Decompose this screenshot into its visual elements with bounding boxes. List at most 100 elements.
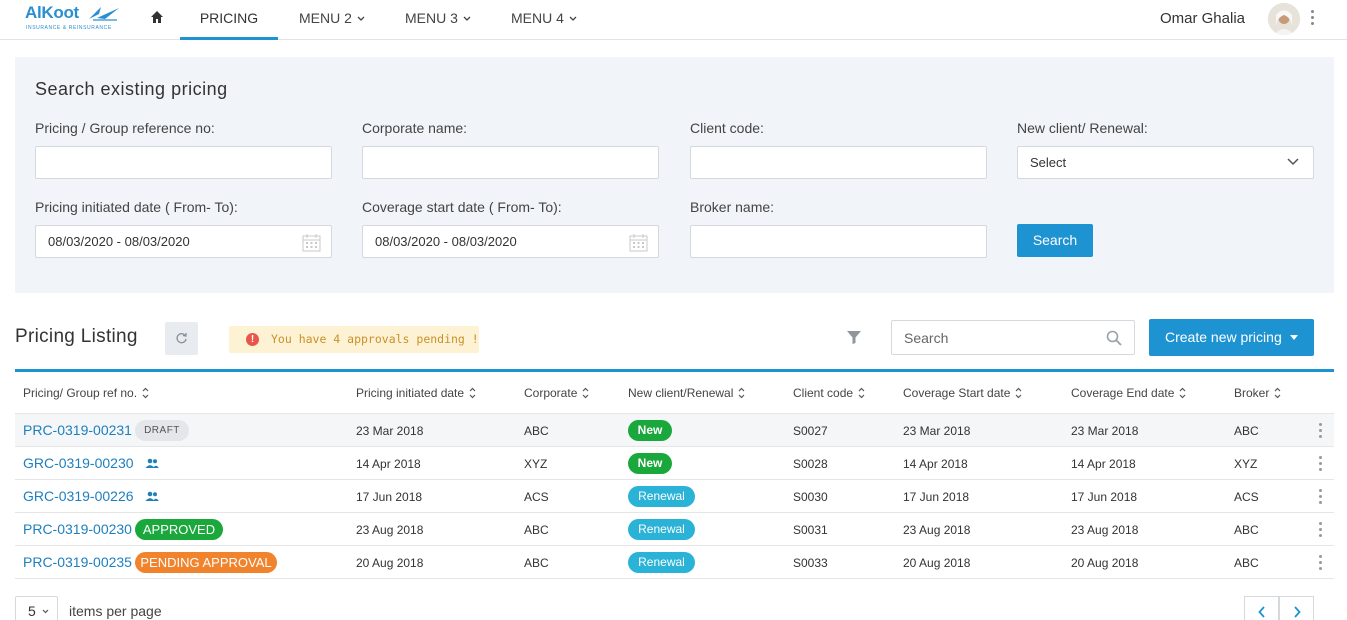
pricing-ref-link[interactable]: GRC-0319-00226: [23, 488, 134, 504]
col-header-label: Pricing initiated date: [356, 386, 465, 400]
col-header-broker[interactable]: Broker: [1234, 386, 1281, 400]
chevron-down-icon: [569, 16, 577, 22]
client-code-cell: S0028: [793, 457, 828, 471]
col-header-corporate[interactable]: Corporate: [524, 386, 589, 400]
search-icon[interactable]: [1106, 330, 1122, 346]
calendar-icon[interactable]: [629, 233, 648, 252]
row-actions-icon[interactable]: [1316, 456, 1324, 473]
broker-cell: ACS: [1234, 490, 1259, 504]
create-new-pricing-label: Create new pricing: [1165, 329, 1282, 345]
broker-cell: ABC: [1234, 424, 1259, 438]
sort-icon: [469, 387, 476, 399]
table-row[interactable]: GRC-0319-00230 14 Apr 2018 XYZ New S0028…: [15, 447, 1334, 480]
alkoot-logo[interactable]: AlKoot INSURANCE & REINSURANCE: [25, 3, 125, 35]
calendar-icon[interactable]: [302, 233, 321, 252]
client-type-badge: Renewal: [628, 486, 695, 507]
status-badge-approved: APPROVED: [135, 519, 223, 540]
pricing-ref-link[interactable]: PRC-0319-00231: [23, 422, 132, 438]
table-row[interactable]: PRC-0319-00231 DRAFT 23 Mar 2018 ABC New…: [15, 414, 1334, 447]
nav-item-pricing[interactable]: PRICING: [180, 0, 278, 40]
refresh-button[interactable]: [165, 322, 198, 355]
pricing-ref-input[interactable]: [35, 146, 332, 179]
corporate-cell: ABC: [524, 523, 549, 537]
pricing-ref-link[interactable]: PRC-0319-00235: [23, 554, 132, 570]
chevron-down-icon: [1287, 158, 1299, 166]
initiated-date-label: Pricing initiated date ( From- To):: [35, 199, 238, 215]
initiated-date-value: 08/03/2020 - 08/03/2020: [48, 234, 190, 249]
row-actions-icon[interactable]: [1316, 423, 1324, 440]
previous-page-button[interactable]: [1244, 596, 1279, 620]
corporate-cell: ABC: [524, 556, 549, 570]
search-panel-title: Search existing pricing: [35, 79, 228, 99]
col-header-client-code[interactable]: Client code: [793, 386, 865, 400]
logo-mark-icon: [89, 7, 119, 21]
nav-item-menu-3[interactable]: MENU 3: [405, 0, 471, 40]
avatar[interactable]: [1268, 3, 1300, 35]
coverage-date-value: 08/03/2020 - 08/03/2020: [375, 234, 517, 249]
broker-cell: XYZ: [1234, 457, 1258, 471]
group-icon: [145, 458, 159, 468]
nav-item-menu-2[interactable]: MENU 2: [299, 0, 365, 40]
initiated-date-input[interactable]: 08/03/2020 - 08/03/2020: [35, 225, 332, 258]
filter-icon[interactable]: [846, 330, 862, 345]
home-icon[interactable]: [149, 9, 167, 27]
table-row[interactable]: GRC-0319-00226 17 Jun 2018 ACS Renewal S…: [15, 480, 1334, 513]
corporate-cell: ACS: [524, 490, 549, 504]
coverage-date-input[interactable]: 08/03/2020 - 08/03/2020: [362, 225, 659, 258]
nav-item-label: MENU 2: [299, 10, 352, 26]
user-name[interactable]: Omar Ghalia: [1160, 10, 1245, 27]
table-row[interactable]: PRC-0319-00230 APPROVED 23 Aug 2018 ABC …: [15, 513, 1334, 546]
row-actions-icon[interactable]: [1316, 522, 1324, 539]
chevron-down-icon: [463, 16, 471, 22]
pricing-ref-link[interactable]: PRC-0319-00230: [23, 521, 132, 537]
listing-search: [891, 320, 1135, 355]
col-header-initiated[interactable]: Pricing initiated date: [356, 386, 476, 400]
pricing-ref-label: Pricing / Group reference no:: [35, 120, 215, 136]
corporate-name-input[interactable]: [362, 146, 659, 179]
coverage-end-cell: 23 Aug 2018: [1071, 523, 1139, 537]
col-header-coverage-start[interactable]: Coverage Start date: [903, 386, 1022, 400]
corporate-cell: ABC: [524, 424, 549, 438]
client-code-input[interactable]: [690, 146, 987, 179]
search-button[interactable]: Search: [1017, 224, 1093, 257]
table-row[interactable]: PRC-0319-00235 PENDING APPROVAL 20 Aug 2…: [15, 546, 1334, 579]
broker-name-label: Broker name:: [690, 199, 775, 215]
broker-name-input[interactable]: [690, 225, 987, 258]
nav-item-label: MENU 4: [511, 10, 564, 26]
corporate-cell: XYZ: [524, 457, 548, 471]
client-code-cell: S0030: [793, 490, 828, 504]
col-header-ref[interactable]: Pricing/ Group ref no.: [23, 386, 149, 400]
initiated-date-cell: 17 Jun 2018: [356, 490, 423, 504]
coverage-end-cell: 23 Mar 2018: [1071, 424, 1139, 438]
sort-icon: [858, 387, 865, 399]
chevron-right-icon: [1294, 606, 1301, 618]
col-header-label: Client code: [793, 386, 854, 400]
nav-item-label: PRICING: [199, 10, 259, 26]
more-options-icon[interactable]: [1307, 10, 1317, 28]
col-header-label: Pricing/ Group ref no.: [23, 386, 138, 400]
status-badge-draft: DRAFT: [135, 420, 189, 441]
row-actions-icon[interactable]: [1316, 489, 1324, 506]
next-page-button[interactable]: [1279, 596, 1314, 620]
items-per-page-select[interactable]: 5: [15, 596, 58, 620]
client-code-cell: S0027: [793, 424, 828, 438]
table-header: Pricing/ Group ref no. Pricing initiated…: [15, 372, 1334, 414]
chevron-down-icon: [357, 16, 365, 22]
pricing-ref-link[interactable]: GRC-0319-00230: [23, 455, 134, 471]
row-actions-icon[interactable]: [1316, 555, 1324, 572]
col-header-client-type[interactable]: New client/Renewal: [628, 386, 745, 400]
create-new-pricing-button[interactable]: Create new pricing: [1149, 319, 1314, 356]
client-type-select[interactable]: Select: [1017, 146, 1314, 179]
coverage-start-cell: 17 Jun 2018: [903, 490, 970, 504]
approvals-alert: ! You have 4 approvals pending !: [229, 326, 479, 353]
client-type-select-value: Select: [1030, 155, 1067, 170]
coverage-start-cell: 20 Aug 2018: [903, 556, 971, 570]
table-body: PRC-0319-00231 DRAFT 23 Mar 2018 ABC New…: [15, 414, 1334, 579]
nav-item-menu-4[interactable]: MENU 4: [511, 0, 577, 40]
client-type-badge: New: [628, 453, 672, 474]
items-per-page-value: 5: [28, 603, 36, 619]
col-header-label: Coverage Start date: [903, 386, 1011, 400]
listing-search-input[interactable]: [892, 321, 1102, 354]
col-header-coverage-end[interactable]: Coverage End date: [1071, 386, 1186, 400]
top-navbar: AlKoot INSURANCE & REINSURANCE PRICING M…: [0, 0, 1347, 40]
